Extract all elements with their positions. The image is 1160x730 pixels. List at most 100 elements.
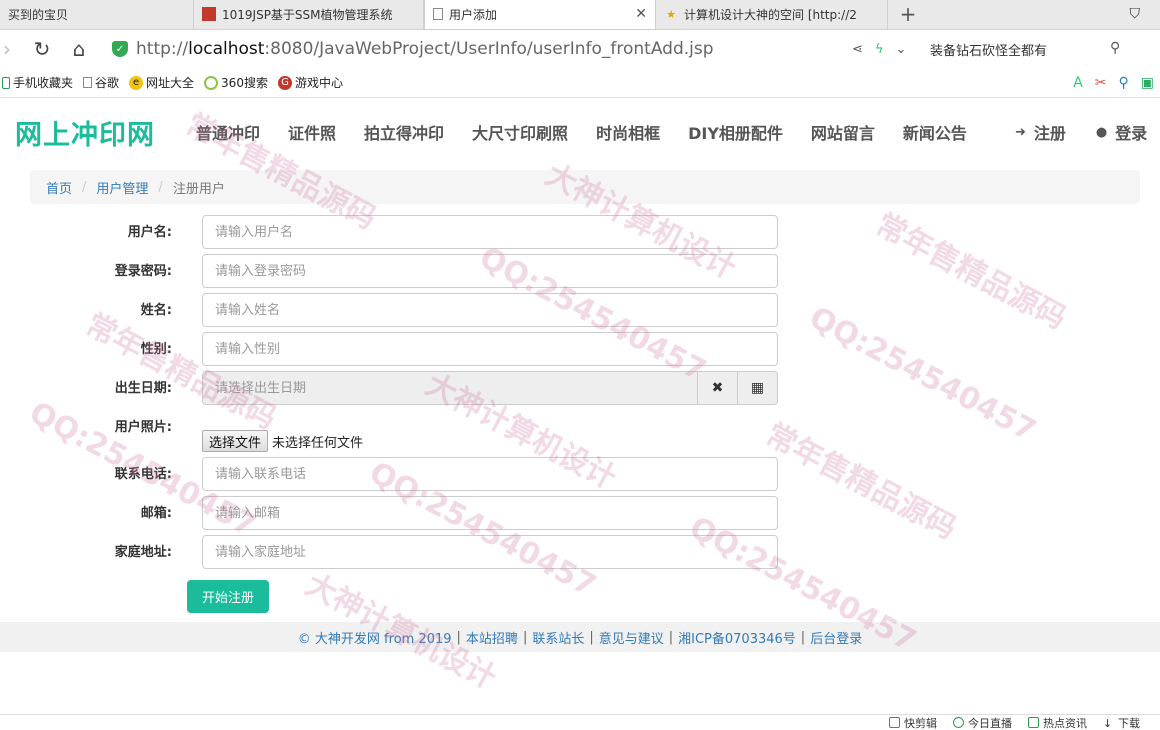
form-row-name: 姓名:	[0, 293, 1160, 327]
bookmark-mobile[interactable]: 手机收藏夹	[2, 74, 73, 91]
phone-icon	[2, 76, 10, 89]
lightning-icon[interactable]: ϟ	[875, 42, 884, 57]
form-row-phone: 联系电话:	[0, 457, 1160, 491]
site-brand[interactable]: 网上冲印网	[15, 113, 155, 152]
menu-guestbook[interactable]: 网站留言	[811, 120, 875, 144]
site-navbar: 网上冲印网 普通冲印 证件照 拍立得冲印 大尺寸印刷照 时尚相框 DIY相册配件…	[0, 99, 1160, 165]
password-label: 登录密码:	[114, 264, 172, 279]
status-download[interactable]: ↓ 下载	[1103, 715, 1140, 730]
form-row-address: 家庭地址:	[0, 535, 1160, 569]
photo-file-input: 选择文件 未选择任何文件	[202, 430, 363, 452]
username-input[interactable]	[202, 215, 778, 249]
phone-input[interactable]	[202, 457, 778, 491]
search-icon[interactable]: ⚲	[1110, 40, 1120, 56]
breadcrumb: 首页 / 用户管理 / 注册用户	[30, 170, 1140, 204]
search-box[interactable]: 装备钻石砍怪全都有 ⚲	[930, 30, 1120, 68]
tab-title: 1019JSP基于SSM植物管理系统	[222, 7, 393, 22]
form-row-email: 邮箱:	[0, 496, 1160, 530]
form-row-password: 登录密码:	[0, 254, 1160, 288]
login-link[interactable]: ● 登录	[1096, 120, 1147, 144]
menu-large-print[interactable]: 大尺寸印刷照	[472, 120, 568, 144]
url-field[interactable]: ✓ http://localhost:8080/JavaWebProject/U…	[112, 30, 922, 68]
footer-separator: |	[456, 629, 461, 645]
play-icon	[889, 717, 900, 728]
form-row-gender: 性别:	[0, 332, 1160, 366]
scissors-icon[interactable]: ✂	[1095, 75, 1107, 91]
menu-news[interactable]: 新闻公告	[903, 120, 967, 144]
search-icon[interactable]: ⚲	[1119, 75, 1129, 91]
calendar-button[interactable]: ▦	[738, 371, 778, 405]
password-input[interactable]	[202, 254, 778, 288]
breadcrumb-separator: /	[82, 179, 87, 195]
register-link[interactable]: ➜ 注册	[1015, 120, 1066, 144]
phone-label: 联系电话:	[114, 467, 172, 482]
choose-file-button[interactable]: 选择文件	[202, 430, 269, 452]
menu-polaroid[interactable]: 拍立得冲印	[364, 120, 444, 144]
form-row-username: 用户名:	[0, 215, 1160, 249]
share-icon[interactable]: ⋖	[852, 42, 863, 57]
url-text: http://localhost:8080/JavaWebProject/Use…	[136, 39, 714, 59]
ring-icon	[204, 75, 219, 90]
bookmark-games[interactable]: G 游戏中心	[277, 74, 343, 91]
bookmark-hao[interactable]: e 网址大全	[129, 74, 194, 91]
tab-designer-space[interactable]: ★ 计算机设计大神的空间 [http://2	[656, 0, 888, 29]
home-icon[interactable]: ⌂	[62, 32, 96, 66]
tab-plant-system[interactable]: 1019JSP基于SSM植物管理系统	[194, 0, 424, 29]
chevron-down-icon[interactable]: ⌄	[895, 42, 906, 57]
new-tab-icon[interactable]: +	[888, 0, 928, 29]
user-icon: ●	[1095, 124, 1108, 140]
close-icon[interactable]: ✕	[635, 6, 647, 22]
footer-link-jobs[interactable]: 本站招聘	[466, 628, 518, 647]
shield-icon[interactable]: ⛉	[1130, 6, 1141, 22]
footer-separator: |	[668, 629, 674, 645]
footer-link-contact[interactable]: 联系站长	[532, 628, 584, 647]
gender-input[interactable]	[202, 332, 778, 366]
back-icon[interactable]: ›	[0, 32, 24, 66]
close-icon: ✖	[711, 380, 724, 396]
download-icon: ↓	[1103, 717, 1113, 730]
bookmark-360[interactable]: 360搜索	[204, 74, 268, 91]
reload-icon[interactable]: ↻	[25, 32, 59, 66]
tab-user-add[interactable]: 用户添加 ✕	[424, 0, 656, 29]
search-hint: 装备钻石砍怪全都有	[930, 43, 1048, 59]
footer-link-feedback[interactable]: 意见与建议	[599, 628, 664, 647]
address-input[interactable]	[202, 535, 778, 569]
menu-id-photo[interactable]: 证件照	[288, 120, 336, 144]
status-live[interactable]: 今日直播	[953, 715, 1012, 730]
star-icon: ★	[666, 7, 676, 21]
clear-date-button[interactable]: ✖	[698, 371, 738, 405]
address-label: 家庭地址:	[114, 545, 172, 560]
tab-title: 买到的宝贝	[8, 7, 69, 22]
sign-in-icon: ➜	[1015, 124, 1026, 140]
translate-icon[interactable]: A	[1073, 75, 1083, 91]
gamepad-icon[interactable]: ▣	[1141, 75, 1154, 91]
tab-purchased[interactable]: 买到的宝贝	[0, 0, 194, 29]
email-label: 邮箱:	[140, 506, 172, 521]
browser-tools: A ✂ ⚲ ▣	[1073, 68, 1160, 98]
birthday-picker: ✖ ▦	[202, 371, 778, 405]
bookmark-google[interactable]: 谷歌	[83, 74, 119, 91]
tab-title: 用户添加	[449, 7, 498, 22]
site-footer: © 大神开发网 from 2019 | 本站招聘 | 联系站长 | 意见与建议 …	[0, 622, 1160, 652]
birthday-input[interactable]	[202, 371, 698, 405]
account-menu: ➜ 注册 ● 登录	[1015, 99, 1147, 165]
play-icon	[953, 717, 964, 728]
footer-link-icp[interactable]: 湘ICP备0703346号	[678, 628, 796, 647]
email-input[interactable]	[202, 496, 778, 530]
breadcrumb-home[interactable]: 首页	[46, 178, 72, 197]
name-label: 姓名:	[140, 303, 172, 318]
status-quick-edit[interactable]: 快剪辑	[889, 715, 937, 730]
address-actions: ⋖ ϟ ⌄	[852, 30, 906, 68]
name-input[interactable]	[202, 293, 778, 327]
browser-status-bar: 快剪辑 今日直播 热点资讯 ↓ 下载	[0, 714, 1160, 730]
menu-frames[interactable]: 时尚相框	[596, 120, 660, 144]
menu-diy-album[interactable]: DIY相册配件	[688, 120, 783, 144]
red-favicon-icon	[202, 7, 216, 21]
browser-tab-strip: 买到的宝贝 1019JSP基于SSM植物管理系统 用户添加 ✕ ★ 计算机设计大…	[0, 0, 1160, 30]
breadcrumb-user-management[interactable]: 用户管理	[96, 178, 148, 197]
menu-normal-print[interactable]: 普通冲印	[196, 120, 260, 144]
username-label: 用户名:	[127, 225, 172, 240]
status-hot-news[interactable]: 热点资讯	[1028, 715, 1087, 730]
footer-link-admin-login[interactable]: 后台登录	[810, 628, 862, 647]
submit-register-button[interactable]: 开始注册	[187, 580, 269, 613]
